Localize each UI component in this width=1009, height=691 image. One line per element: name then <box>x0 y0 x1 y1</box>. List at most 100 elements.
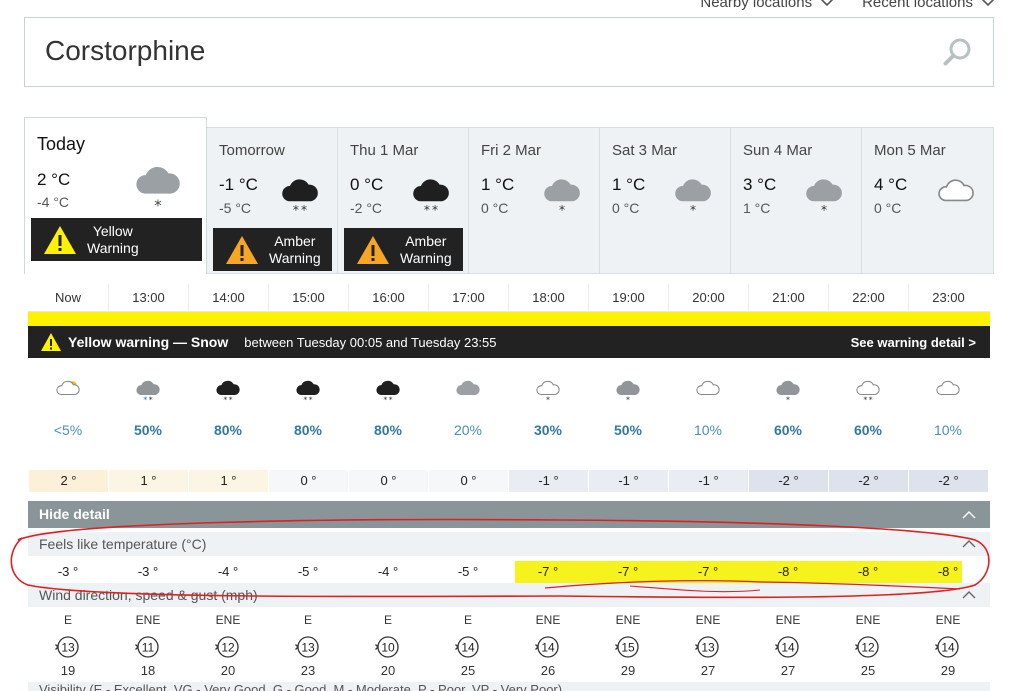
feels-like-header[interactable]: Feels like temperature (°C) <box>28 532 990 556</box>
precip-chance: 80% <box>213 422 243 438</box>
wind-speed-cell: 14 <box>748 634 828 660</box>
svg-text:*: * <box>821 203 827 217</box>
wind-gust: 27 <box>780 663 796 678</box>
day-tab[interactable]: Sun 4 Mar 3 °C 1 °C * <box>731 127 862 274</box>
wind-speed-cell: 13 <box>668 634 748 660</box>
wind-arrow-icon: 14 <box>455 636 479 658</box>
hourly-temp: -1 ° <box>588 470 668 492</box>
day-low-temp: -5 °C <box>219 200 252 216</box>
day-tab[interactable]: Tomorrow -1 °C -5 °C * * Amber Warning <box>207 127 338 274</box>
wind-speed: 13 <box>701 641 715 655</box>
wind-speed: 10 <box>381 641 395 655</box>
hourly-temp: 0 ° <box>428 470 508 492</box>
hourly-icon-cell: * <box>748 376 828 416</box>
hourly-temp: 1 ° <box>108 470 188 492</box>
precip-chance: <5% <box>53 422 83 438</box>
day-high-temp: 1 °C <box>612 175 646 194</box>
svg-text:*: * <box>383 395 387 404</box>
feels-like-temp: -7 ° <box>697 564 719 579</box>
hourly-temp: 0 ° <box>348 470 428 492</box>
wind-gust: 20 <box>220 663 236 678</box>
warning-banner[interactable]: Yellow warning — Snow between Tuesday 00… <box>28 326 990 358</box>
hourly-temp: 2 ° <box>28 470 108 492</box>
warning-highlight-bar <box>28 312 990 326</box>
day-high-temp: -1 °C <box>219 175 258 194</box>
day-tab[interactable]: Today 2 °C -4 °C * Yellow Warning <box>24 117 207 274</box>
hourly-icon-cell: * * <box>268 376 348 416</box>
wind-label: Wind direction, speed & gust (mph) <box>39 587 258 603</box>
wind-arrow-icon: 14 <box>775 636 799 658</box>
hide-detail-toggle[interactable]: Hide detail <box>28 501 990 528</box>
day-low-temp: 1 °C <box>743 200 771 216</box>
day-low-temp: 0 °C <box>481 200 509 216</box>
wind-arrow-icon: 10 <box>375 636 399 658</box>
heavy-snow-shower-icon: * * <box>296 380 320 404</box>
sleet-shower-icon: * * <box>136 380 160 404</box>
warning-word: Warning <box>269 249 321 266</box>
see-warning-detail-link[interactable]: See warning detail > <box>851 335 976 350</box>
day-tab[interactable]: Mon 5 Mar 4 °C 0 °C <box>862 127 994 274</box>
wind-arrow-icon: 13 <box>695 636 719 658</box>
day-low-temp: -4 °C <box>37 194 70 210</box>
day-warning-badge[interactable]: Amber Warning <box>344 228 463 271</box>
visibility-header[interactable]: Visibility (E - Excellent, VG - Very Goo… <box>28 682 990 691</box>
feels-like-temp: -3 ° <box>57 564 79 579</box>
wind-direction: ENE <box>855 613 881 627</box>
day-warning-badge[interactable]: Yellow Warning <box>31 218 202 261</box>
wind-speed-cell: 14 <box>908 634 988 660</box>
wind-arrow-icon: 14 <box>535 636 559 658</box>
nearby-locations-link[interactable]: Nearby locations <box>700 0 834 11</box>
wind-header[interactable]: Wind direction, speed & gust (mph) <box>28 583 990 607</box>
hourly-temp: -2 ° <box>908 470 988 492</box>
day-high-temp: 0 °C <box>350 175 384 194</box>
heavy-snow-black-cloud-icon: * * <box>413 179 449 217</box>
svg-text:*: * <box>229 395 233 404</box>
hour-label: 23:00 <box>908 284 988 311</box>
hourly-icon-cell <box>28 376 108 416</box>
hide-detail-label: Hide detail <box>39 506 110 522</box>
location-input[interactable]: Corstorphine <box>45 35 205 67</box>
top-links: Nearby locations Recent locations <box>700 0 995 11</box>
hourly-icon-cell: * * <box>188 376 268 416</box>
svg-text:*: * <box>869 395 873 404</box>
day-low-temp: 0 °C <box>874 200 902 216</box>
precip-chance: 20% <box>453 422 483 438</box>
feels-like-temp: -8 ° <box>857 564 879 579</box>
svg-text:*: * <box>863 395 867 404</box>
svg-text:*: * <box>303 395 307 404</box>
warning-label: Yellow Warning <box>87 223 139 257</box>
day-tab[interactable]: Fri 2 Mar 1 °C 0 °C * <box>469 127 600 274</box>
wind-speed-cell: 13 <box>28 634 108 660</box>
feels-like-temp: -8 ° <box>937 564 959 579</box>
wind-direction: E <box>303 613 312 627</box>
wind-gust: 20 <box>380 663 396 678</box>
hour-label: 22:00 <box>828 284 908 311</box>
wind-direction: E <box>383 613 392 627</box>
location-search-box[interactable]: Corstorphine <box>24 17 994 87</box>
hourly-icon-cell: * <box>588 376 668 416</box>
feels-like-temp: -4 ° <box>217 564 239 579</box>
day-low-temp: 0 °C <box>612 200 640 216</box>
hourly-icon-cell: * * <box>108 376 188 416</box>
feels-like-temp: -5 ° <box>457 564 479 579</box>
precip-chance: 50% <box>133 422 163 438</box>
wind-gust: 18 <box>140 663 156 678</box>
wind-arrow-icon: 12 <box>855 636 879 658</box>
warning-triangle-icon <box>357 235 389 264</box>
warning-label: Amber Warning <box>269 233 321 267</box>
day-tab[interactable]: Thu 1 Mar 0 °C -2 °C * * Amber Warning <box>338 127 469 274</box>
day-name: Thu 1 Mar <box>350 142 419 159</box>
wind-speed-cell: 12 <box>188 634 268 660</box>
feels-like-temp: -7 ° <box>537 564 559 579</box>
feels-like-temp: -3 ° <box>137 564 159 579</box>
wind-direction: ENE <box>935 613 961 627</box>
day-tab[interactable]: Sat 3 Mar 1 °C 0 °C * <box>600 127 731 274</box>
warning-level: Amber <box>405 232 447 249</box>
search-icon[interactable] <box>943 37 973 67</box>
wind-speed: 11 <box>142 641 155 655</box>
recent-locations-link[interactable]: Recent locations <box>862 0 995 11</box>
hour-label: 16:00 <box>348 284 428 311</box>
wind-direction: ENE <box>695 613 721 627</box>
wind-direction: ENE <box>135 613 161 627</box>
day-warning-badge[interactable]: Amber Warning <box>213 228 332 271</box>
